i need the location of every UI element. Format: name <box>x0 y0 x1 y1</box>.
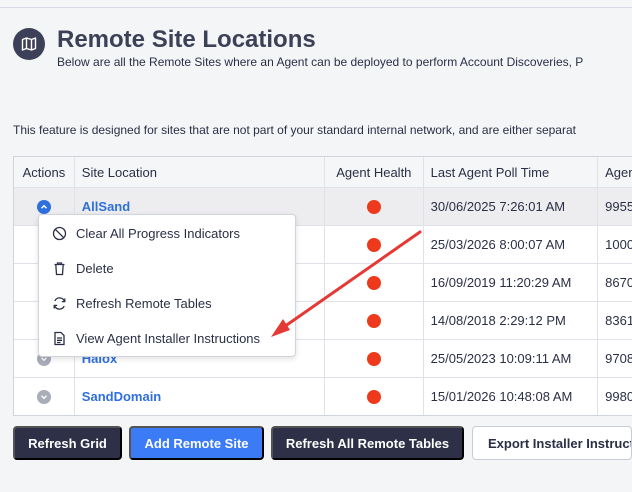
add-remote-site-button[interactable]: Add Remote Site <box>129 426 264 460</box>
refresh-all-remote-tables-button[interactable]: Refresh All Remote Tables <box>271 426 464 460</box>
refresh-grid-button[interactable]: Refresh Grid <box>13 426 122 460</box>
annotation-arrow <box>271 230 422 337</box>
export-installer-instructions-button[interactable]: Export Installer Instructi <box>472 426 632 460</box>
